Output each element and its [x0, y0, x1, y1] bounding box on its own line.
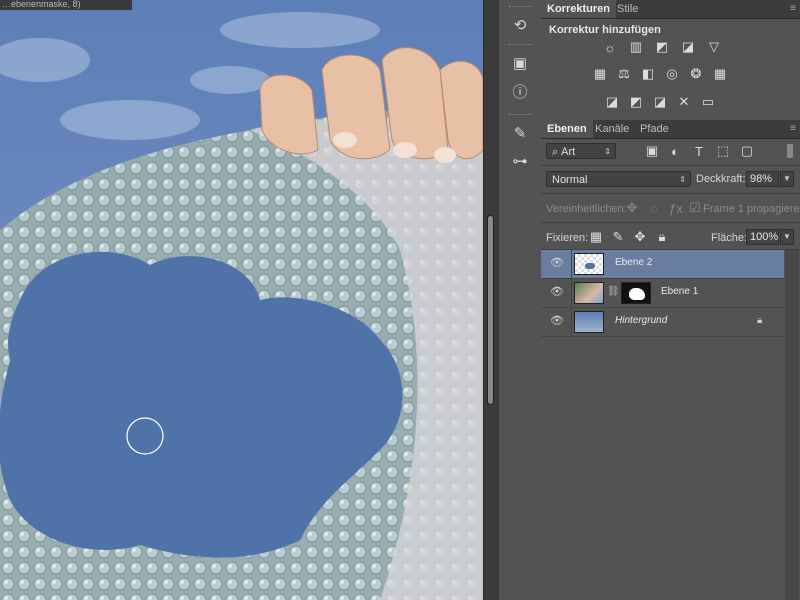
canvas-image [0, 0, 483, 600]
filter-shape-icon[interactable]: ⬚ [714, 143, 732, 159]
fill-label: Fläche: [711, 232, 748, 244]
tab-korrekturen[interactable]: Korrekturen [541, 0, 616, 18]
history-icon[interactable]: ⟲ [508, 14, 532, 36]
document-canvas[interactable]: …ebenenmaske, 8) [0, 0, 483, 600]
lock-position-icon[interactable]: ✥ [631, 229, 649, 245]
levels-icon[interactable]: ▥ [627, 39, 645, 55]
vibrance-icon[interactable]: ▽ [705, 39, 723, 55]
eye-icon[interactable]: 👁︎ [549, 314, 565, 328]
lock-all-icon[interactable]: 🔒︎ [653, 229, 671, 245]
visibility-column: 👁︎ [541, 308, 572, 336]
divider [541, 165, 800, 166]
layer-thumbnail [574, 282, 604, 304]
layers-tabbar: Ebenen Kanäle Pfade ≡ [541, 120, 800, 139]
layer-thumbnail [574, 253, 604, 275]
search-icon: ⌕ [552, 146, 559, 158]
layer-name[interactable]: Ebene 2 [615, 257, 652, 268]
gradient-map-icon[interactable]: ▭ [699, 94, 717, 110]
filter-toggle[interactable] [787, 144, 793, 158]
color-lookup-icon[interactable]: ▦ [711, 66, 729, 82]
filter-value: Art [561, 146, 576, 158]
propagate-checkbox[interactable]: ☑ [686, 200, 704, 216]
exposure-icon[interactable]: ◪ [679, 39, 697, 55]
posterize-icon[interactable]: ◩ [627, 94, 645, 110]
opacity-label: Deckkraft: [696, 173, 746, 185]
curves-icon[interactable]: ◩ [653, 39, 671, 55]
document-tab-title[interactable]: …ebenenmaske, 8) [0, 0, 132, 10]
fill-field[interactable]: 100% [746, 229, 779, 245]
divider [541, 193, 800, 194]
black-white-icon[interactable]: ◧ [639, 66, 657, 82]
actions-icon[interactable]: ▣ [508, 52, 532, 74]
right-panels: Korrekturen Stile ≡ Korrektur hinzufügen… [541, 0, 800, 600]
filter-adjustment-icon[interactable]: ◐ [666, 143, 684, 159]
tab-ebenen[interactable]: Ebenen [541, 120, 593, 138]
mask-link-icon[interactable]: ⛓ [607, 286, 620, 297]
unify-label: Vereinheitlichen: [546, 203, 627, 215]
brush-presets-icon[interactable]: ✎ [508, 122, 532, 144]
chevron-updown-icon: ⇕ [679, 175, 686, 184]
filter-smart-object-icon[interactable]: ▢ [738, 143, 756, 159]
layer-row-ebene-1[interactable]: 👁︎ ⛓ Ebene 1 [541, 279, 784, 308]
hue-saturation-icon[interactable]: ▦ [591, 66, 609, 82]
blend-mode-select[interactable]: Normal ⇕ [546, 171, 691, 187]
layer-name[interactable]: Hintergrund [615, 315, 667, 326]
channel-mixer-icon[interactable]: ❂ [687, 66, 705, 82]
selective-color-icon[interactable]: ✕ [675, 94, 693, 110]
grip-handle[interactable] [509, 6, 531, 9]
layer-filter-select[interactable]: ⌕ Art ⇕ [546, 143, 616, 159]
mask-shape [629, 288, 645, 300]
layer-row-ebene-2[interactable]: 👁︎ Ebene 2 [541, 250, 784, 279]
panel-icon-strip: ⟲ ▣ ⓘ ✎ ⊶ [498, 0, 542, 600]
corrections-tabbar: Korrekturen Stile ≡ [541, 0, 800, 19]
propagate-label: Frame 1 propagieren [703, 203, 800, 215]
brightness-contrast-icon[interactable]: ☼ [601, 39, 619, 55]
unify-position-icon[interactable]: ✥ [623, 200, 641, 216]
opacity-dropdown[interactable]: ▼ [780, 171, 794, 187]
filter-pixel-icon[interactable]: ▣ [643, 143, 661, 159]
lock-transparency-icon[interactable]: ▦ [587, 229, 605, 245]
eye-icon[interactable]: 👁︎ [549, 256, 565, 270]
thumbnail-blob [585, 263, 595, 269]
tab-kanaele[interactable]: Kanäle [589, 120, 635, 138]
lock-label: Fixieren: [546, 232, 589, 244]
tab-stile[interactable]: Stile [611, 0, 644, 18]
corrections-heading: Korrektur hinzufügen [549, 24, 661, 36]
panel-menu-icon[interactable]: ≡ [790, 123, 796, 134]
invert-icon[interactable]: ◪ [603, 94, 621, 110]
info-icon[interactable]: ⓘ [508, 80, 532, 102]
unify-visibility-icon[interactable]: ◌ [645, 200, 663, 216]
layer-name[interactable]: Ebene 1 [661, 286, 698, 297]
grip-handle[interactable] [509, 114, 531, 117]
color-balance-icon[interactable]: ⚖ [615, 66, 633, 82]
tab-pfade[interactable]: Pfade [634, 120, 675, 138]
eye-icon[interactable]: 👁︎ [549, 285, 565, 299]
layers-scrollbar[interactable] [785, 250, 799, 600]
blend-mode-value: Normal [552, 174, 588, 186]
lock-icon: 🔒︎ [757, 315, 763, 326]
grip-handle[interactable] [509, 44, 531, 47]
fill-dropdown[interactable]: ▼ [780, 229, 794, 245]
scrollbar-thumb[interactable] [487, 215, 494, 405]
panel-menu-icon[interactable]: ≡ [790, 3, 796, 14]
visibility-column: 👁︎ [541, 279, 572, 307]
layer-thumbnail [574, 311, 604, 333]
threshold-icon[interactable]: ◪ [651, 94, 669, 110]
opacity-field[interactable]: 98% [746, 171, 779, 187]
layer-row-hintergrund[interactable]: 👁︎ Hintergrund 🔒︎ [541, 308, 784, 337]
canvas-vertical-scrollbar[interactable] [483, 0, 498, 600]
filter-type-icon[interactable]: T [690, 143, 708, 159]
clone-source-icon[interactable]: ⊶ [508, 150, 532, 172]
visibility-column: 👁︎ [541, 250, 572, 278]
divider [541, 222, 800, 223]
unify-style-icon[interactable]: ƒx [667, 200, 685, 216]
photo-filter-icon[interactable]: ◎ [663, 66, 681, 82]
chevron-updown-icon: ⇕ [604, 147, 611, 156]
lock-image-icon[interactable]: ✎ [609, 229, 627, 245]
layer-mask-thumbnail[interactable] [621, 282, 651, 304]
